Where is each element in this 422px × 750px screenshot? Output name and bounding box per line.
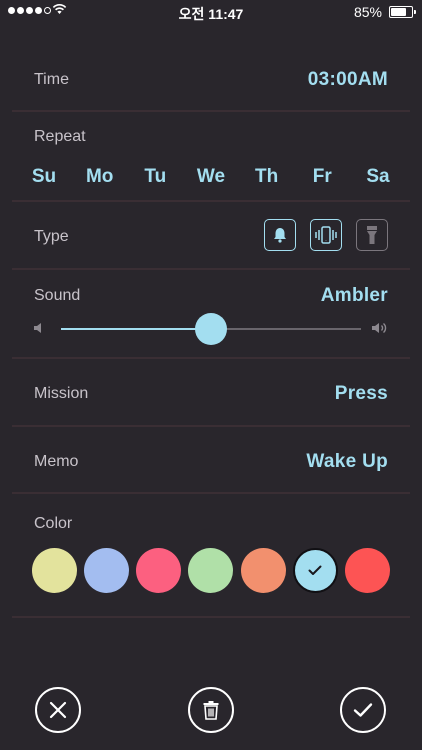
confirm-button[interactable] xyxy=(340,687,386,733)
day-toggle-su[interactable]: Su xyxy=(20,166,68,188)
close-icon xyxy=(49,701,67,719)
time-value[interactable]: 03:00AM xyxy=(308,69,388,91)
time-row[interactable]: Time 03:00AM xyxy=(12,50,410,110)
bell-icon xyxy=(274,228,286,243)
cancel-button[interactable] xyxy=(35,687,81,733)
sound-value[interactable]: Ambler xyxy=(321,285,388,307)
volume-low-icon xyxy=(34,323,41,333)
check-icon xyxy=(353,703,373,717)
memo-row[interactable]: Memo Wake Up xyxy=(12,427,410,493)
sound-label: Sound xyxy=(34,287,81,304)
type-label: Type xyxy=(34,228,69,245)
battery-icon xyxy=(389,6,416,18)
color-swatch[interactable] xyxy=(84,548,130,593)
color-swatch[interactable] xyxy=(136,548,182,593)
flashlight-icon xyxy=(367,226,377,244)
mission-row[interactable]: Mission Press xyxy=(12,359,410,425)
vibrate-icon xyxy=(315,226,337,244)
alarm-type-options xyxy=(264,219,388,251)
color-label: Color xyxy=(34,515,73,532)
slider-track-fill xyxy=(61,328,211,330)
status-bar: 오전 11:47 85% xyxy=(0,0,422,24)
day-toggle-tu[interactable]: Tu xyxy=(131,166,179,188)
color-swatches xyxy=(32,548,390,593)
repeat-days: Su Mo Tu We Th Fr Sa xyxy=(20,166,402,188)
mission-label: Mission xyxy=(34,385,89,402)
volume-slider[interactable] xyxy=(34,312,388,346)
color-swatch[interactable] xyxy=(188,548,234,593)
time-label: Time xyxy=(34,71,69,88)
day-toggle-fr[interactable]: Fr xyxy=(298,166,346,188)
mission-value[interactable]: Press xyxy=(335,383,388,405)
delete-button[interactable] xyxy=(188,687,234,733)
repeat-label: Repeat xyxy=(34,128,86,145)
color-swatch[interactable] xyxy=(240,548,286,593)
check-icon xyxy=(295,550,336,591)
memo-label: Memo xyxy=(34,453,79,470)
divider xyxy=(12,616,410,618)
day-toggle-th[interactable]: Th xyxy=(243,166,291,188)
day-toggle-we[interactable]: We xyxy=(187,166,235,188)
trash-icon xyxy=(203,701,219,720)
day-toggle-mo[interactable]: Mo xyxy=(76,166,124,188)
sound-type-button[interactable] xyxy=(264,219,296,251)
battery-percent: 85% xyxy=(353,4,382,20)
volume-high-icon xyxy=(372,322,387,334)
day-toggle-sa[interactable]: Sa xyxy=(354,166,402,188)
color-swatch[interactable] xyxy=(292,548,338,593)
flashlight-type-button[interactable] xyxy=(356,219,388,251)
memo-value[interactable]: Wake Up xyxy=(306,451,388,473)
color-swatch[interactable] xyxy=(344,548,390,593)
vibrate-type-button[interactable] xyxy=(310,219,342,251)
slider-thumb[interactable] xyxy=(195,313,227,345)
color-swatch[interactable] xyxy=(32,548,77,593)
